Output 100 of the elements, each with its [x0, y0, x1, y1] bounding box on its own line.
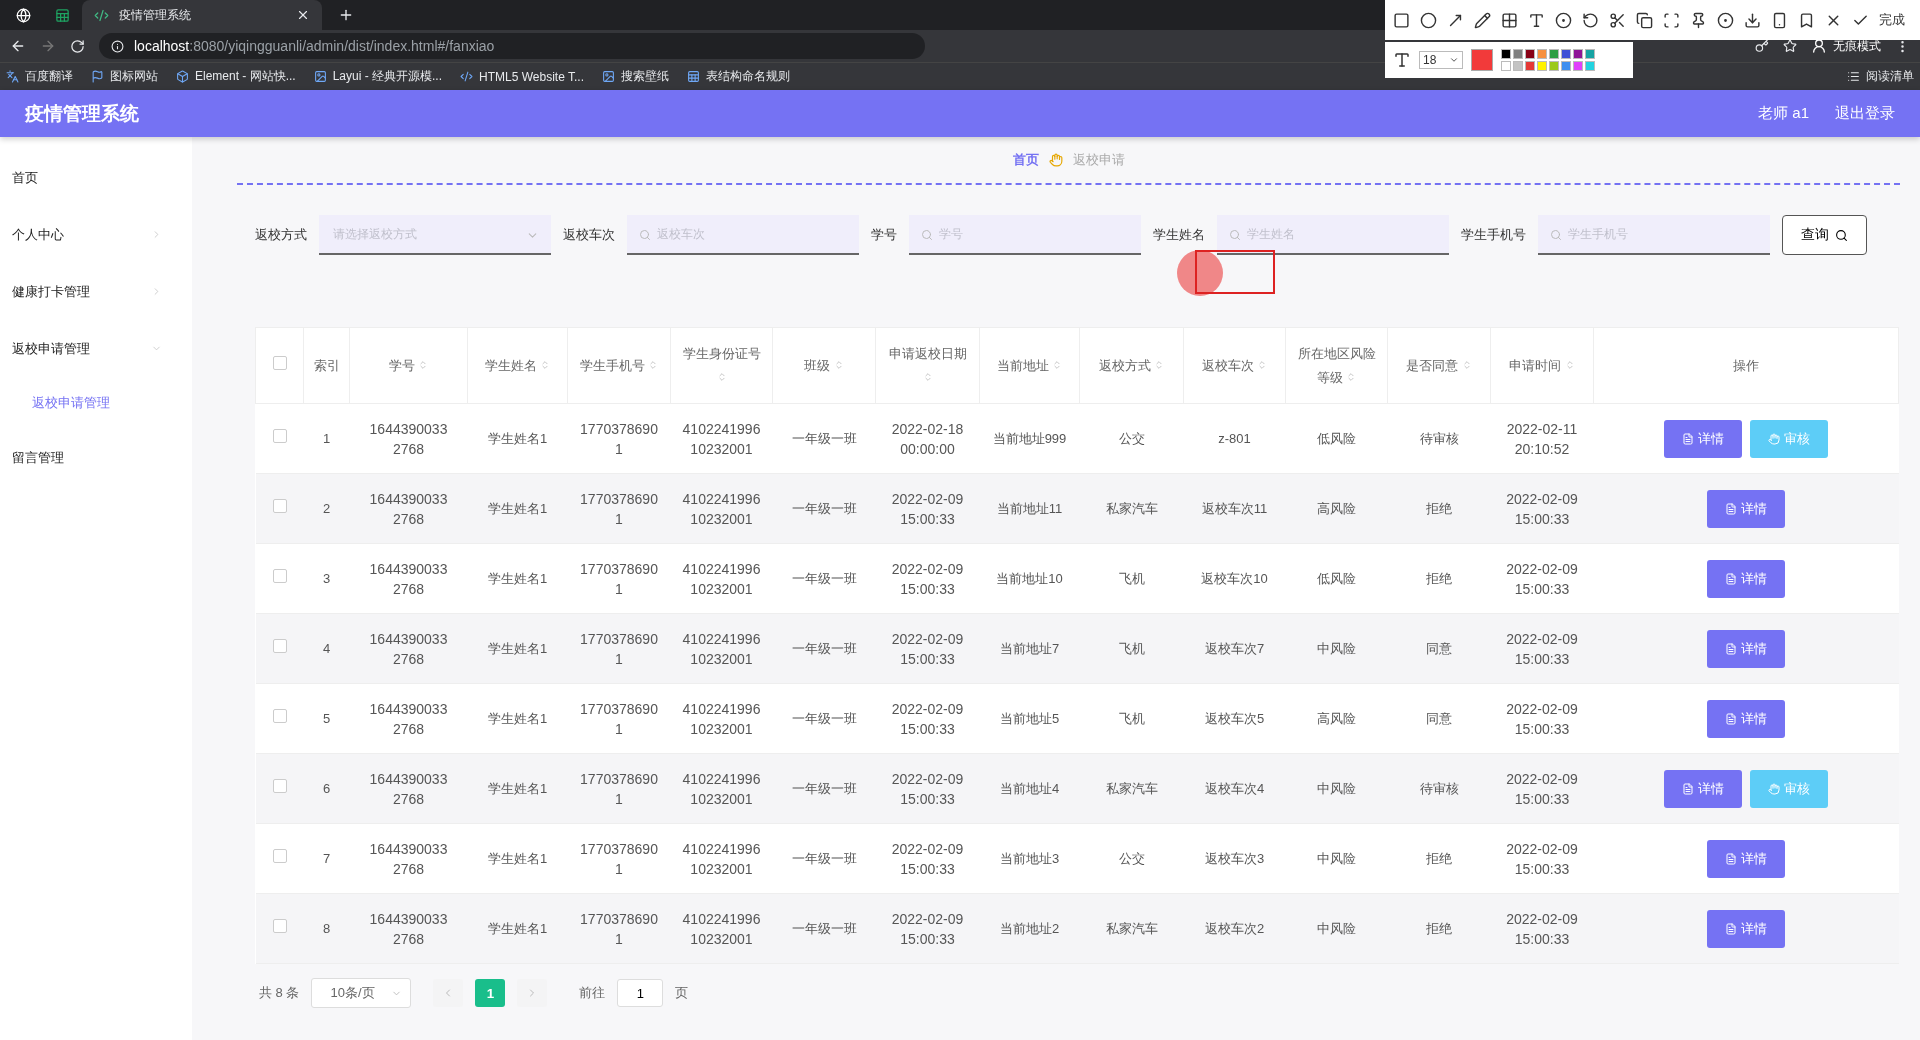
column-header[interactable]: 申请返校日期: [875, 327, 980, 404]
checkbox[interactable]: [272, 498, 287, 513]
table-cell-text: 16443900332768: [368, 629, 449, 669]
bookmark-link[interactable]: Element - 网站快...: [176, 68, 296, 85]
sidebar-item[interactable]: 首页: [0, 149, 192, 206]
star-icon[interactable]: [1783, 39, 1797, 53]
download-icon[interactable]: [1744, 11, 1761, 29]
table-cell: 返校车次3: [1204, 850, 1265, 866]
pencil-icon[interactable]: [1474, 11, 1491, 29]
bookmark-link[interactable]: 百度翻译: [6, 68, 73, 85]
table-cell-text: 17703786901: [579, 699, 659, 739]
detail-button[interactable]: 详情: [1707, 839, 1785, 878]
checkbox[interactable]: [272, 638, 287, 653]
detail-button[interactable]: 详情: [1707, 699, 1785, 738]
table-cell: 当前地址5: [999, 710, 1060, 726]
table-cell: 一年级一班: [791, 640, 857, 656]
detail-button[interactable]: 详情: [1707, 559, 1785, 598]
forward-icon[interactable]: [40, 38, 56, 54]
table-cell-text: 16443900332768: [368, 419, 449, 459]
back-icon[interactable]: [10, 38, 26, 54]
list-icon: [1847, 70, 1860, 83]
checkbox[interactable]: [272, 918, 287, 933]
detail-button[interactable]: 详情: [1664, 419, 1742, 458]
table-cell-text: 17703786901: [579, 489, 659, 529]
checkbox[interactable]: [272, 568, 287, 583]
goto-field[interactable]: 1: [617, 979, 664, 1007]
circle-icon[interactable]: [1420, 11, 1437, 29]
sidebar-item[interactable]: 返校申请管理: [0, 320, 192, 377]
query-button[interactable]: 查询: [1782, 215, 1867, 255]
column-header[interactable]: 申请时间: [1490, 327, 1594, 404]
sidebar-item[interactable]: 个人中心: [0, 206, 192, 263]
detail-button[interactable]: 详情: [1664, 769, 1742, 808]
table-cell-text: 410224199610232001: [681, 839, 762, 879]
table-cell: z-801: [1218, 430, 1251, 446]
sidebar-item[interactable]: 健康打卡管理: [0, 263, 192, 320]
table-cell-text: 16443900332768: [368, 489, 449, 529]
table-cell: 拒绝: [1426, 850, 1452, 866]
new-tab-icon[interactable]: [338, 7, 354, 23]
column-header[interactable]: 返校方式: [1079, 327, 1184, 404]
bookmark-link[interactable]: 表结构命名规则: [687, 68, 790, 85]
document-icon: [1682, 432, 1694, 445]
column-header[interactable]: 所在地区风险等级: [1285, 327, 1388, 404]
bookmark-icon[interactable]: [1798, 11, 1815, 29]
undo-icon[interactable]: [1582, 11, 1599, 29]
detail-button[interactable]: 详情: [1707, 629, 1785, 668]
table-cell: 一年级一班: [791, 850, 857, 866]
detail-button[interactable]: 详情: [1707, 909, 1785, 948]
logout-link[interactable]: 退出登录: [1835, 104, 1895, 123]
square-icon[interactable]: [1393, 11, 1410, 29]
table-cell: 返校车次10: [1201, 570, 1268, 586]
detail-button[interactable]: 详情: [1707, 489, 1785, 528]
checkbox[interactable]: [272, 355, 287, 370]
address-bar[interactable]: localhost:8080/yiqingguanli/admin/dist/index.html#/fanxiao: [99, 33, 925, 59]
scan-icon[interactable]: [1663, 11, 1680, 29]
key-icon[interactable]: [1755, 39, 1769, 53]
reading-list-link[interactable]: 阅读清单: [1847, 68, 1914, 85]
column-header[interactable]: 学生姓名: [467, 327, 568, 404]
column-header[interactable]: 当前地址: [979, 327, 1080, 404]
phone-icon[interactable]: [1771, 11, 1788, 29]
close-icon[interactable]: [296, 8, 310, 22]
sidebar-item[interactable]: 留言管理: [0, 429, 192, 486]
bookmark-link[interactable]: Layui - 经典开源模...: [313, 68, 443, 85]
table-cell: 3: [322, 570, 331, 586]
color-palette-drawing[interactable]: [1501, 49, 1595, 71]
column-header[interactable]: 是否同意: [1387, 327, 1491, 404]
reload-icon[interactable]: [70, 38, 85, 54]
done-label[interactable]: 完成: [1879, 11, 1905, 29]
sidebar-subitem[interactable]: 返校申请管理: [0, 377, 192, 429]
checkbox[interactable]: [272, 708, 287, 723]
table-cell: 返校车次7: [1204, 640, 1265, 656]
column-header[interactable]: 学生手机号: [567, 327, 671, 404]
cube-icon: [176, 70, 189, 83]
column-header[interactable]: 学号: [349, 327, 468, 404]
page-size-select[interactable]: 10条/页: [311, 978, 412, 1008]
table-cell: 当前地址11: [996, 500, 1063, 516]
copy-icon[interactable]: [1636, 11, 1653, 29]
table-cell: 返校车次4: [1204, 780, 1265, 796]
column-header[interactable]: 班级: [772, 327, 876, 404]
scissors-icon[interactable]: [1609, 11, 1626, 29]
browser-tab[interactable]: 疫情管理系统: [82, 0, 322, 30]
text-icon[interactable]: [1528, 11, 1545, 29]
column-header[interactable]: 学生身份证号: [670, 327, 773, 404]
record-icon[interactable]: [1717, 11, 1734, 29]
checkbox[interactable]: [272, 428, 287, 443]
table-cell-text: 2022-02-09 15:00:33: [1505, 489, 1579, 529]
table-cell: 2: [322, 500, 331, 516]
pin-icon[interactable]: [1690, 11, 1707, 29]
table-cell: 拒绝: [1426, 570, 1452, 586]
table-cell: 公交: [1118, 430, 1145, 446]
bookmark-link[interactable]: 图标网站: [91, 68, 158, 85]
table-cell-text: 2022-02-09 15:00:33: [890, 629, 965, 669]
font-size-select[interactable]: 18: [1419, 51, 1463, 69]
bookmark-link[interactable]: HTML5 Website T...: [460, 69, 584, 84]
column-header[interactable]: 返校车次: [1183, 327, 1286, 404]
checkbox[interactable]: [272, 848, 287, 863]
breadcrumb-item[interactable]: 首页: [1012, 151, 1039, 169]
bookmark-link[interactable]: 搜索壁纸: [602, 68, 669, 85]
current-color-swatch[interactable]: [1471, 49, 1493, 71]
table-cell: 一年级一班: [791, 570, 857, 586]
checkbox[interactable]: [272, 778, 287, 793]
